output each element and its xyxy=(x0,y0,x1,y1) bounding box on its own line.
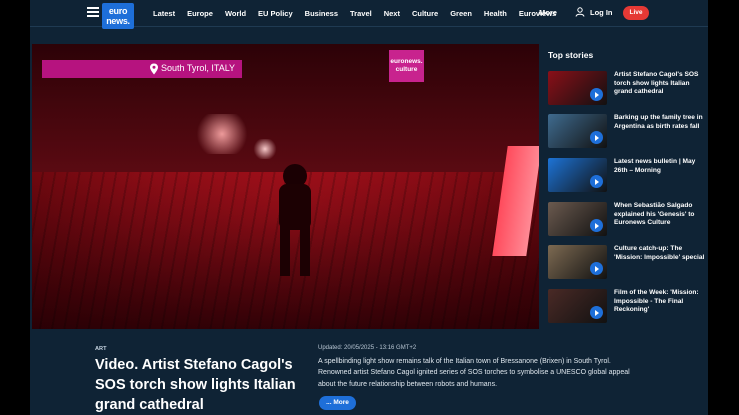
play-icon[interactable] xyxy=(590,131,603,144)
story-title[interactable]: Artist Stefano Cagol's SOS torch show li… xyxy=(614,71,708,97)
euronews-culture-badge: euronews. culture xyxy=(389,50,424,82)
article-summary-text: A spellbinding light show remains talk o… xyxy=(318,358,630,388)
menu-icon[interactable] xyxy=(87,7,99,18)
location-text: South Tyrol, ITALY xyxy=(161,63,236,73)
story-thumbnail[interactable] xyxy=(548,158,607,192)
story-thumbnail[interactable] xyxy=(548,71,607,105)
site-header: euro news. Latest Europe World EU Policy… xyxy=(30,0,708,29)
play-icon[interactable] xyxy=(590,219,603,232)
story-thumbnail[interactable] xyxy=(548,114,607,148)
page: euro news. Latest Europe World EU Policy… xyxy=(30,0,708,415)
nav-next[interactable]: Next xyxy=(384,9,400,18)
nav-business[interactable]: Business xyxy=(305,9,338,18)
nav-travel[interactable]: Travel xyxy=(350,9,372,18)
story-item[interactable]: Film of the Week: 'Mission: Impossible -… xyxy=(548,289,708,325)
nav-eu-policy[interactable]: EU Policy xyxy=(258,9,293,18)
story-item[interactable]: When Sebastião Salgado explained his 'Ge… xyxy=(548,202,708,238)
badge-text-2: culture xyxy=(395,66,418,73)
logo-text-2: news. xyxy=(106,16,130,26)
play-icon[interactable] xyxy=(590,88,603,101)
story-item[interactable]: Latest news bulletin | May 26th – Mornin… xyxy=(548,158,708,194)
story-thumbnail[interactable] xyxy=(548,202,607,236)
story-title[interactable]: Latest news bulletin | May 26th – Mornin… xyxy=(614,158,708,175)
torch-light xyxy=(252,139,278,159)
location-pin-icon xyxy=(150,63,158,75)
nav-europe[interactable]: Europe xyxy=(187,9,213,18)
nav-culture[interactable]: Culture xyxy=(412,9,438,18)
browser-frame: euro news. Latest Europe World EU Policy… xyxy=(0,0,739,415)
main-nav: Latest Europe World EU Policy Business T… xyxy=(153,0,568,27)
video-player[interactable]: South Tyrol, ITALY euronews. culture xyxy=(32,44,539,329)
category-label[interactable]: ART xyxy=(95,346,107,352)
nav-health[interactable]: Health xyxy=(484,9,507,18)
torch-light xyxy=(192,114,252,154)
euronews-logo[interactable]: euro news. xyxy=(102,3,134,29)
story-item[interactable]: Culture catch-up: The 'Mission: Impossib… xyxy=(548,245,708,281)
story-title[interactable]: Barking up the family tree in Argentina … xyxy=(614,114,708,131)
login-label: Log In xyxy=(590,7,613,17)
read-more-button[interactable]: ... More xyxy=(319,396,356,410)
top-stories: Top stories Artist Stefano Cagol's SOS t… xyxy=(548,50,708,323)
user-icon xyxy=(575,7,585,17)
live-button[interactable]: Live xyxy=(623,6,649,20)
top-stories-heading: Top stories xyxy=(548,50,594,60)
story-title[interactable]: When Sebastião Salgado explained his 'Ge… xyxy=(614,202,708,228)
story-item[interactable]: Barking up the family tree in Argentina … xyxy=(548,114,708,150)
nav-green[interactable]: Green xyxy=(450,9,472,18)
badge-text-1: euronews. xyxy=(390,58,423,65)
article-headline: Video. Artist Stefano Cagol's SOS torch … xyxy=(95,357,296,413)
story-thumbnail[interactable] xyxy=(548,289,607,323)
play-icon[interactable] xyxy=(590,306,603,319)
story-title[interactable]: Film of the Week: 'Mission: Impossible -… xyxy=(614,289,708,315)
story-thumbnail[interactable] xyxy=(548,245,607,279)
robot-silhouette xyxy=(272,164,318,279)
play-icon[interactable] xyxy=(590,175,603,188)
story-title[interactable]: Culture catch-up: The 'Mission: Impossib… xyxy=(614,245,708,262)
play-icon[interactable] xyxy=(590,262,603,275)
story-item[interactable]: Artist Stefano Cagol's SOS torch show li… xyxy=(548,71,708,107)
login-button[interactable]: Log In xyxy=(575,7,613,17)
more-menu[interactable]: More xyxy=(539,8,557,17)
nav-world[interactable]: World xyxy=(225,9,246,18)
logo-text-1: euro xyxy=(108,6,128,16)
updated-timestamp: Updated: 20/05/2025 - 13:16 GMT+2 xyxy=(318,345,417,351)
location-caption: South Tyrol, ITALY xyxy=(42,60,242,78)
nav-latest[interactable]: Latest xyxy=(153,9,175,18)
article-summary: ART Video. Artist Stefano Cagol's SOS to… xyxy=(30,340,708,415)
